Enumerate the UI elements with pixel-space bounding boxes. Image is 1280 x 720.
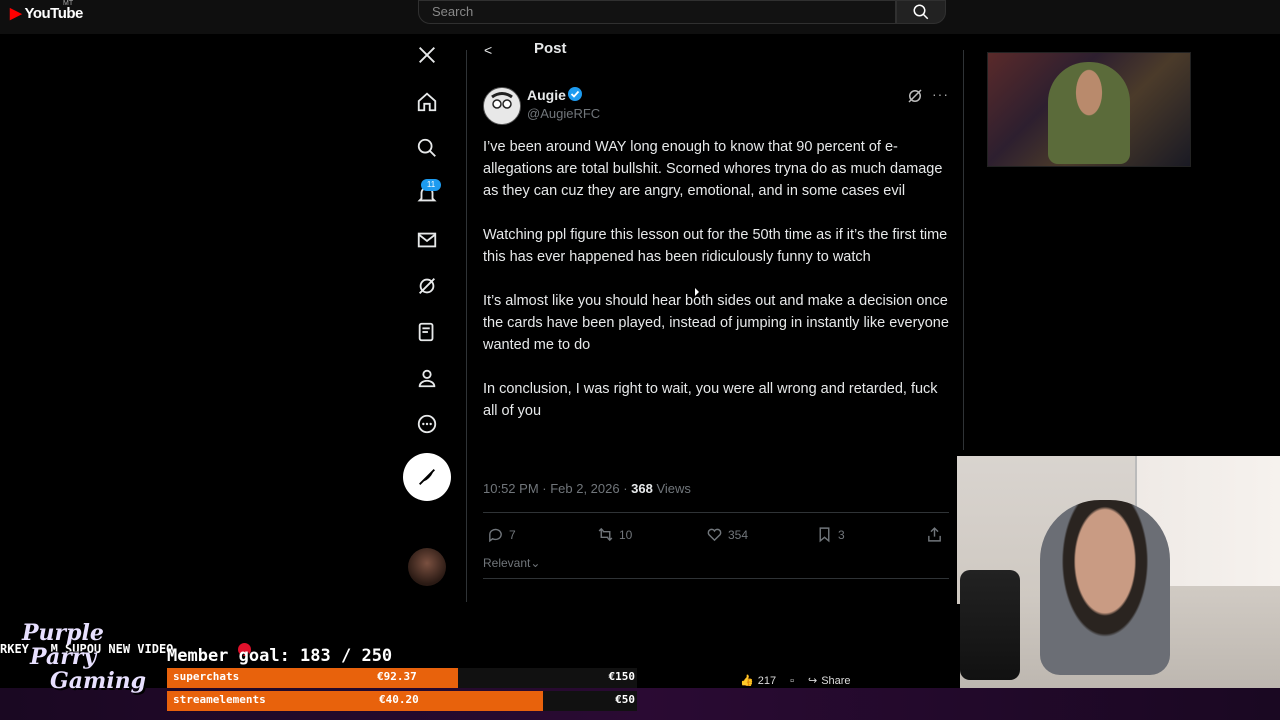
- reply-icon: [489, 528, 502, 543]
- logo-line: Gaming: [50, 668, 147, 694]
- column-divider: [963, 50, 964, 450]
- back-arrow-icon[interactable]: <: [484, 42, 492, 58]
- search-icon: [913, 4, 929, 20]
- author-name[interactable]: Augie: [527, 87, 566, 103]
- repost-icon: [598, 527, 613, 542]
- home-icon[interactable]: [416, 91, 438, 113]
- thumbs-up-icon: 👍: [740, 675, 754, 687]
- repost-count: 10: [619, 527, 633, 542]
- compose-post-button[interactable]: [403, 453, 451, 501]
- more-options-icon[interactable]: ···: [932, 86, 949, 102]
- account-avatar[interactable]: [408, 548, 446, 586]
- page-title: Post: [534, 40, 567, 57]
- notifications-badge: 11: [421, 179, 441, 191]
- post-paragraph: Watching ppl figure this lesson out for …: [483, 227, 948, 265]
- share-button[interactable]: [926, 526, 943, 543]
- youtube-like-button[interactable]: 👍 217: [740, 674, 777, 688]
- heart-icon: [707, 528, 722, 542]
- channel-logo: Purple Parry Gaming: [0, 620, 165, 710]
- like-count: 354: [728, 527, 749, 542]
- member-goal-text: Member goal: 183 / 250: [167, 646, 393, 666]
- youtube-share-label: Share: [821, 674, 851, 687]
- verified-badge-icon: [568, 87, 582, 101]
- post-paragraph: It’s almost like you should hear both si…: [483, 293, 949, 353]
- messages-icon[interactable]: [416, 229, 438, 251]
- bookmark-button[interactable]: 3: [816, 526, 845, 543]
- like-button[interactable]: 354: [706, 526, 748, 543]
- streamelements-label: streamelements: [173, 693, 266, 706]
- youtube-video-actions: 👍 217 ▫ ↪ Share: [740, 674, 851, 688]
- views-count: 368: [631, 481, 653, 496]
- logo-line: Parry: [30, 644, 97, 670]
- youtube-share-button[interactable]: ↪ Share: [807, 674, 851, 688]
- superchats-label: superchats: [173, 670, 240, 683]
- grok-icon[interactable]: [416, 275, 438, 297]
- grok-explain-icon[interactable]: [906, 87, 924, 105]
- column-divider: [466, 50, 467, 602]
- streamelements-value: €40.20: [379, 693, 419, 706]
- youtube-dislike-button[interactable]: ▫: [790, 674, 794, 687]
- share-arrow-icon: ↪: [807, 675, 818, 687]
- x-sidebar: [400, 34, 462, 604]
- post-body: I’ve been around WAY long enough to know…: [483, 136, 953, 444]
- profile-icon[interactable]: [416, 367, 438, 389]
- author-handle[interactable]: @AugieRFC: [527, 106, 600, 121]
- divider: [483, 578, 949, 579]
- bookmark-count: 3: [838, 527, 845, 542]
- mouse-cursor: [695, 288, 699, 296]
- superchats-bar: superchats €92.37 €150: [167, 668, 637, 688]
- divider: [483, 512, 949, 513]
- microphone: [960, 570, 1020, 680]
- views-label: Views: [656, 481, 691, 496]
- webcam-top-person: [1048, 62, 1130, 164]
- bookmark-icon: [819, 527, 830, 543]
- reply-count: 7: [509, 527, 516, 542]
- youtube-like-count: 217: [757, 674, 777, 687]
- explore-icon[interactable]: [416, 137, 438, 159]
- author-avatar[interactable]: [483, 87, 521, 125]
- superchats-value: €92.37: [377, 670, 417, 683]
- post-paragraph: I’ve been around WAY long enough to know…: [483, 139, 943, 199]
- post-paragraph: In conclusion, I was right to wait, you …: [483, 381, 938, 419]
- streamelements-bar: streamelements €40.20 €50: [167, 691, 637, 711]
- youtube-logo-suffix: MT: [63, 0, 74, 7]
- search-button[interactable]: [896, 0, 946, 24]
- x-logo-icon[interactable]: [416, 44, 438, 66]
- thumbs-down-icon: ▫: [790, 674, 794, 687]
- feather-icon: [419, 469, 435, 485]
- streamelements-goal: €50: [615, 693, 635, 706]
- replies-sort-dropdown[interactable]: Relevant⌄: [483, 556, 540, 570]
- more-circle-icon[interactable]: [416, 413, 438, 435]
- search-input[interactable]: [418, 0, 896, 24]
- lists-icon[interactable]: [416, 321, 438, 343]
- post-timestamp[interactable]: 10:52 PM · Feb 2, 2026 ·: [483, 481, 628, 496]
- logo-line: Purple: [22, 620, 104, 646]
- share-icon: [928, 527, 941, 542]
- chevron-down-icon: ⌄: [530, 556, 541, 570]
- post-meta: 10:52 PM · Feb 2, 2026 · 368 Views: [483, 481, 691, 496]
- repost-button[interactable]: 10: [597, 526, 632, 543]
- reply-button[interactable]: 7: [487, 526, 516, 543]
- superchats-goal: €150: [608, 670, 636, 683]
- search-placeholder: Search: [432, 4, 474, 19]
- webcam-streamer-person: [1040, 500, 1170, 675]
